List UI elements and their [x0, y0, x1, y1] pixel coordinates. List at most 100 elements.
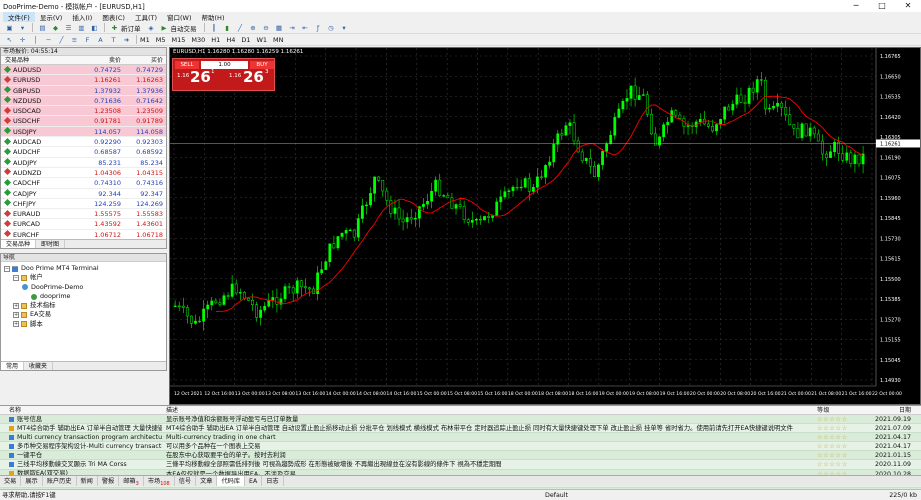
- data-window-icon[interactable]: ◆: [51, 24, 61, 32]
- minimize-button[interactable]: ─: [843, 0, 869, 12]
- label-icon[interactable]: T: [109, 36, 119, 44]
- buy-price-pips[interactable]: 26: [243, 68, 264, 86]
- navigator-item[interactable]: − 帐户: [4, 273, 166, 282]
- timeframe-button[interactable]: M30: [191, 36, 205, 44]
- navigator-item[interactable]: DooPrime-Demo: [4, 283, 166, 292]
- terminal-tab[interactable]: 日志: [262, 476, 284, 486]
- market-watch-row[interactable]: NZDUSD 0.71636 0.71642: [1, 95, 166, 107]
- terminal-tab[interactable]: 警报: [98, 476, 120, 486]
- terminal-tab[interactable]: EA: [245, 476, 263, 486]
- trendline-icon[interactable]: ╱: [57, 36, 67, 44]
- chart-window[interactable]: 1.16765 1.16650 1.16535 1.16420 1.16305 1.161…: [169, 47, 921, 405]
- rating-stars[interactable]: ☆☆☆☆☆: [817, 424, 869, 432]
- terminal-tab[interactable]: 代码库: [217, 476, 246, 486]
- expand-icon[interactable]: +: [13, 312, 19, 319]
- col-rating[interactable]: 等级: [817, 406, 869, 414]
- rating-stars[interactable]: ☆☆☆☆☆: [817, 451, 869, 459]
- terminal-tab[interactable]: 账户历史: [43, 476, 77, 486]
- expand-icon[interactable]: −: [13, 274, 19, 281]
- rating-stars[interactable]: ☆☆☆☆☆: [817, 415, 869, 423]
- col-ask[interactable]: 买价: [121, 56, 165, 64]
- line-chart-icon[interactable]: ╱: [235, 24, 245, 32]
- timeframe-button[interactable]: H1: [211, 36, 220, 44]
- vertical-line-icon[interactable]: │: [31, 36, 41, 44]
- market-watch-row[interactable]: AUDNZD 1.04306 1.04315: [1, 168, 166, 179]
- expand-icon[interactable]: +: [13, 321, 19, 328]
- codebase-row[interactable]: 三线平均移動練交叉顯示 Tri MA Corss 三條平均移動線全部照需低排列後 …: [0, 460, 921, 470]
- auto-trading-button[interactable]: 自动交易: [171, 23, 197, 33]
- channel-icon[interactable]: ≡: [70, 36, 80, 44]
- chart-shift-icon[interactable]: ⇤: [300, 24, 310, 32]
- codebase-row[interactable]: 多币种交易程序架构设计-Multi currency transaction p…: [0, 442, 921, 452]
- menu-item[interactable]: 工具(T): [130, 12, 162, 22]
- terminal-tab[interactable]: 信号: [175, 476, 197, 486]
- zoom-in-icon[interactable]: ⊕: [248, 24, 258, 32]
- profiles-icon[interactable]: ▾: [18, 24, 28, 32]
- menu-item[interactable]: 图表(C): [97, 12, 130, 22]
- indicators-icon[interactable]: ƒ: [313, 24, 323, 32]
- expand-icon[interactable]: +: [13, 302, 19, 309]
- terminal-tab[interactable]: 新闻: [77, 476, 98, 486]
- candlestick-icon[interactable]: ▮: [222, 24, 232, 32]
- navigator-icon[interactable]: ☰: [64, 24, 74, 32]
- menu-item[interactable]: 帮助(H): [197, 12, 230, 22]
- maximize-button[interactable]: □: [869, 0, 895, 12]
- market-watch-row[interactable]: GBPUSD 1.37932 1.37936: [1, 85, 166, 96]
- close-button[interactable]: ✕: [895, 0, 921, 12]
- rating-stars[interactable]: ☆☆☆☆☆: [817, 460, 869, 468]
- market-watch-tab[interactable]: 即时图: [36, 240, 66, 248]
- market-watch-row[interactable]: EURUSD 1.16261 1.16263: [1, 75, 166, 86]
- col-symbol[interactable]: 交易品种: [1, 56, 79, 64]
- cursor-icon[interactable]: ↖: [5, 36, 15, 44]
- terminal-icon[interactable]: ▥: [77, 24, 87, 32]
- terminal-tab[interactable]: 邮箱3: [119, 476, 144, 487]
- timeframe-button[interactable]: H4: [226, 36, 235, 44]
- periods-icon[interactable]: ◷: [326, 24, 336, 32]
- market-watch-row[interactable]: AUDJPY 85.231 85.234: [1, 158, 166, 168]
- timeframe-button[interactable]: M5: [156, 36, 166, 44]
- bar-chart-icon[interactable]: ┃: [209, 24, 219, 32]
- menu-item[interactable]: 插入(I): [67, 12, 97, 22]
- col-bid[interactable]: 卖价: [79, 56, 121, 64]
- new-order-button[interactable]: 新订单: [121, 23, 141, 33]
- tester-icon[interactable]: ◧: [90, 24, 100, 32]
- market-watch-row[interactable]: AUDCAD 0.92290 0.92303: [1, 137, 166, 148]
- navigator-item[interactable]: + 技术指标: [4, 301, 166, 310]
- autoscroll-icon[interactable]: ⇥: [287, 24, 297, 32]
- new-order-icon[interactable]: ✚: [110, 24, 120, 32]
- text-icon[interactable]: A: [96, 36, 106, 44]
- menu-item[interactable]: 窗口(W): [162, 12, 197, 22]
- col-date[interactable]: 日期: [869, 406, 919, 414]
- tile-icon[interactable]: ▦: [274, 24, 284, 32]
- market-watch-row[interactable]: CHFJPY 124.259 124.269: [1, 199, 166, 210]
- arrows-icon[interactable]: ➜: [122, 36, 132, 44]
- timeframe-button[interactable]: MN: [273, 36, 283, 44]
- col-description[interactable]: 描述: [162, 406, 817, 414]
- market-watch-row[interactable]: AUDUSD 0.74725 0.74729: [1, 65, 166, 76]
- codebase-row[interactable]: 账号信息 显示账号净值和余额账号浮动盈亏与已订单数量 ☆☆☆☆☆ 2021.09.19: [0, 415, 921, 425]
- terminal-tab[interactable]: 市场108: [144, 476, 175, 487]
- sell-price-pips[interactable]: 26: [190, 68, 211, 86]
- market-watch-row[interactable]: USDJPY 114.057 114.058: [1, 126, 166, 138]
- templates-icon[interactable]: ▾: [339, 24, 349, 32]
- timeframe-button[interactable]: W1: [256, 36, 267, 44]
- menu-item[interactable]: 显示(V): [35, 12, 68, 22]
- horizontal-line-icon[interactable]: ─: [44, 36, 54, 44]
- market-watch-row[interactable]: USDCAD 1.23508 1.23509: [1, 106, 166, 117]
- timeframe-button[interactable]: D1: [241, 36, 250, 44]
- market-watch-row[interactable]: EURCAD 1.43592 1.43601: [1, 219, 166, 230]
- navigator-tab[interactable]: 常用: [1, 362, 25, 370]
- terminal-tab[interactable]: 文章: [196, 476, 218, 486]
- expand-icon[interactable]: −: [4, 265, 10, 272]
- market-watch-row[interactable]: AUDCHF 0.68587 0.68592: [1, 147, 166, 158]
- crosshair-icon[interactable]: ✛: [18, 36, 28, 44]
- codebase-row[interactable]: Multi currency transaction program archi…: [0, 433, 921, 443]
- market-watch-row[interactable]: USDCHF 0.91781 0.91789: [1, 116, 166, 127]
- timeframe-button[interactable]: M15: [172, 36, 186, 44]
- codebase-row[interactable]: 一键平仓 在股东中心获取要平仓的单子。按时去利润 ☆☆☆☆☆ 2021.01.15: [0, 451, 921, 461]
- market-watch-row[interactable]: EURAUD 1.55575 1.55583: [1, 209, 166, 220]
- col-name[interactable]: 名称: [0, 406, 162, 414]
- zoom-out-icon[interactable]: ⊖: [261, 24, 271, 32]
- timeframe-button[interactable]: M1: [140, 36, 150, 44]
- codebase-row[interactable]: MT4综合助手 辅助出EA 订单半自动管理 大量快捷键 MT4综合助手 辅助出EA…: [0, 424, 921, 434]
